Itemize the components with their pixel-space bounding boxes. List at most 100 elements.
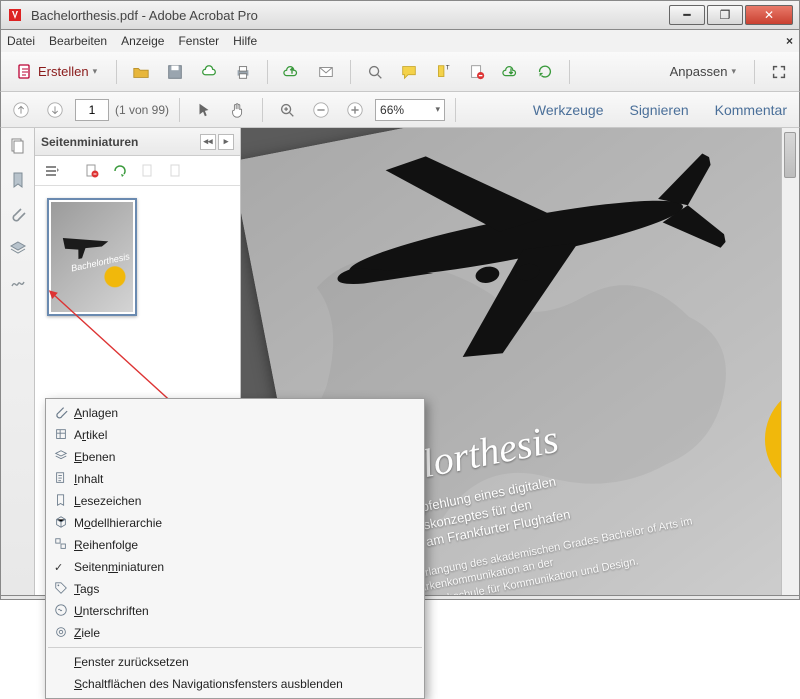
save-button[interactable] [161,58,189,86]
ctx-item[interactable]: Modellhierarchie [46,512,424,534]
menu-anzeige[interactable]: Anzeige [121,34,164,48]
ctx-item[interactable]: Reihenfolge [46,534,424,556]
sidepanel-title: Seitenminiaturen [41,135,138,149]
export-button[interactable] [497,58,525,86]
tag-icon [54,581,68,598]
sidepanel-toolbar [35,156,240,186]
content-area: Seitenminiaturen ◂◂ ▸ Bachelorthesis [0,128,800,596]
delete-icon[interactable] [463,58,491,86]
next-page-button[interactable] [41,96,69,124]
ctx-item[interactable]: Ebenen [46,446,424,468]
nav-context-menu: Anlagen Artikel Ebenen Inhalt LesezeichenMod… [45,398,425,699]
scrollbar-thumb[interactable] [784,132,796,178]
rail-thumbnails-icon[interactable] [6,134,30,158]
customize-label: Anpassen [670,64,728,79]
panel-expand-right-button[interactable]: ▸ [218,134,234,150]
ctx-item[interactable]: Schaltflächen des Navigationsfensters au… [46,673,424,695]
thumbnails-list: Bachelorthesis [35,186,240,328]
search-button[interactable] [361,58,389,86]
ctx-item[interactable]: Inhalt [46,468,424,490]
ctx-item[interactable]: Artikel [46,424,424,446]
svg-text:Bachelorthesis: Bachelorthesis [70,251,131,273]
dropdown-icon: ▾ [731,66,736,77]
ctx-item-label: Ziele [74,626,100,640]
panel-collapse-left-button[interactable]: ◂◂ [200,134,216,150]
highlight-button[interactable]: T [429,58,457,86]
ctx-item-label: Artikel [74,428,107,442]
select-tool-button[interactable] [190,96,218,124]
maximize-button[interactable]: ❐ [707,5,743,25]
rail-layers-icon[interactable] [6,236,30,260]
toolbar-primary: Erstellen ▾ T Anpassen ▾ [0,52,800,92]
order-icon [54,537,68,554]
bookmark-icon [54,493,68,510]
ctx-item-label: Seitenminiaturen [74,560,164,574]
content-icon [54,471,68,488]
ctx-item-label: Reihenfolge [74,538,138,552]
insert-page-button[interactable] [81,160,103,182]
title-bar: Bachelorthesis.pdf - Adobe Acrobat Pro ━… [0,0,800,30]
menu-fenster[interactable]: Fenster [178,34,219,48]
sign-icon [54,603,68,620]
rail-bookmarks-icon[interactable] [6,168,30,192]
nav-rail [1,128,35,595]
page-thumbnail[interactable]: Bachelorthesis [47,198,137,316]
vertical-scrollbar[interactable] [781,128,799,595]
ctx-item[interactable]: Anlagen [46,402,424,424]
ctx-item-label: Schaltflächen des Navigationsfensters au… [74,677,343,691]
dropdown-icon: ▾ [93,66,98,77]
create-button[interactable]: Erstellen ▾ [7,58,106,86]
ctx-item[interactable]: ✓Seitenminiaturen [46,556,424,578]
svg-text:T: T [446,64,450,71]
ctx-item[interactable]: Lesezeichen [46,490,424,512]
ctx-item-label: Anlagen [74,406,118,420]
window-title: Bachelorthesis.pdf - Adobe Acrobat Pro [31,8,667,23]
document-close-button[interactable]: × [786,34,793,48]
menu-datei[interactable]: Datei [7,34,35,48]
close-button[interactable]: ✕ [745,5,793,25]
ctx-item[interactable]: Unterschriften [46,600,424,622]
comment-panel-button[interactable]: Kommentar [709,98,793,122]
tools-panel-button[interactable]: Werkzeuge [527,98,610,122]
email-button[interactable] [312,58,340,86]
zoom-out-button[interactable] [307,96,335,124]
ctx-item-label: Tags [74,582,99,596]
acrobat-icon [7,7,23,23]
dropdown-icon: ▾ [436,104,441,115]
rotate-page-button[interactable] [109,160,131,182]
zoom-select[interactable]: 66% ▾ [375,99,445,121]
zoom-in-button[interactable] [341,96,369,124]
hand-tool-button[interactable] [224,96,252,124]
share-button[interactable] [278,58,306,86]
minimize-button[interactable]: ━ [669,5,705,25]
print-button[interactable] [229,58,257,86]
paperclip-icon [54,405,68,422]
extract-page-button[interactable] [137,160,159,182]
target-icon [54,625,68,642]
zoom-value: 66% [380,103,404,117]
page-number-input[interactable] [75,99,109,121]
ctx-item-label: Fenster zurücksetzen [74,655,189,669]
refresh-button[interactable] [531,58,559,86]
sign-panel-button[interactable]: Signieren [623,98,694,122]
delete-page-button[interactable] [165,160,187,182]
menu-bearbeiten[interactable]: Bearbeiten [49,34,107,48]
ctx-item[interactable]: Fenster zurücksetzen [46,651,424,673]
rail-attachments-icon[interactable] [6,202,30,226]
create-label: Erstellen [38,64,89,79]
open-button[interactable] [127,58,155,86]
article-icon [54,427,68,444]
menu-hilfe[interactable]: Hilfe [233,34,257,48]
fullscreen-button[interactable] [765,58,793,86]
ctx-item-label: Inhalt [74,472,103,486]
ctx-item[interactable]: Tags [46,578,424,600]
rail-signatures-icon[interactable] [6,270,30,294]
cloud-button[interactable] [195,58,223,86]
prev-page-button[interactable] [7,96,35,124]
menu-bar: Datei Bearbeiten Anzeige Fenster Hilfe × [0,30,800,52]
panel-options-button[interactable] [41,160,63,182]
ctx-item[interactable]: Ziele [46,622,424,644]
customize-button[interactable]: Anpassen ▾ [662,60,744,83]
comment-button[interactable] [395,58,423,86]
zoom-marquee-button[interactable] [273,96,301,124]
